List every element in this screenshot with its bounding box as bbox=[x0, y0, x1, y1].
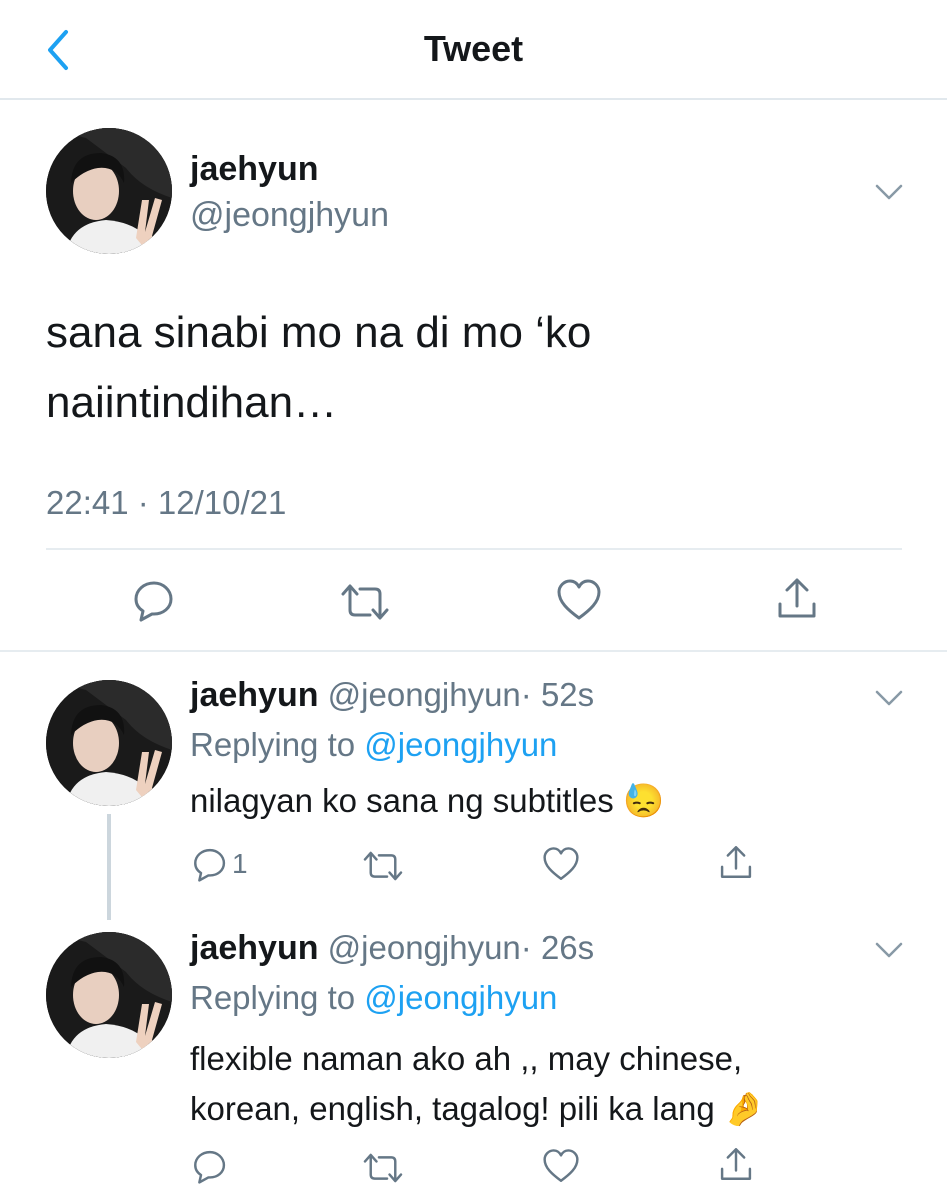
reply-text-line: nilagyan ko sana ng subtitles bbox=[190, 782, 614, 819]
display-name[interactable]: jaehyun bbox=[190, 929, 318, 967]
reply-button[interactable] bbox=[132, 578, 176, 622]
share-icon bbox=[718, 844, 754, 880]
tweet-text-line: sana sinabi mo na di mo ‘ko bbox=[46, 308, 592, 357]
share-button[interactable] bbox=[775, 576, 819, 620]
retweet-button[interactable] bbox=[362, 848, 404, 884]
chevron-down-icon[interactable] bbox=[874, 182, 904, 202]
like-icon bbox=[542, 846, 580, 882]
timestamp: 22:41 · 12/10/21 bbox=[46, 484, 287, 521]
divider bbox=[0, 650, 947, 652]
chevron-down-icon[interactable] bbox=[874, 940, 904, 960]
thread-line bbox=[107, 814, 111, 920]
reply-button[interactable]: 1 bbox=[192, 846, 248, 882]
reply-text: nilagyan ko sana ng subtitles 😓 bbox=[190, 782, 664, 821]
reply-text-line: flexible naman ako ah ,, may chinese, bbox=[190, 1040, 743, 1077]
replying-handle-link[interactable]: @jeongjhyun bbox=[364, 726, 557, 763]
display-name[interactable]: jaehyun bbox=[190, 150, 318, 189]
reply-icon bbox=[192, 1148, 228, 1184]
tweet-text: sana sinabi mo na di mo ‘ko naiintindiha… bbox=[46, 298, 591, 438]
downcast-sweat-emoji: 😓 bbox=[622, 782, 665, 819]
like-icon bbox=[556, 578, 602, 622]
avatar[interactable] bbox=[46, 932, 172, 1058]
retweet-icon bbox=[340, 580, 390, 624]
retweet-button[interactable] bbox=[340, 580, 390, 624]
like-button[interactable] bbox=[542, 846, 580, 882]
divider bbox=[46, 548, 902, 550]
reply-header: jaehyun @jeongjhyun· 26s bbox=[190, 929, 594, 968]
avatar[interactable] bbox=[46, 128, 172, 254]
retweet-icon bbox=[362, 848, 404, 884]
avatar[interactable] bbox=[46, 680, 172, 806]
reply-button[interactable] bbox=[192, 1148, 232, 1184]
pinched-fingers-emoji: 🤌 bbox=[723, 1090, 765, 1127]
like-button[interactable] bbox=[542, 1148, 580, 1184]
display-name[interactable]: jaehyun bbox=[190, 676, 318, 714]
replying-handle-link[interactable]: @jeongjhyun bbox=[364, 979, 557, 1016]
reply-time: · 52s bbox=[520, 676, 595, 713]
share-button[interactable] bbox=[718, 1146, 754, 1182]
replying-to: Replying to @jeongjhyun bbox=[190, 979, 557, 1017]
share-icon bbox=[775, 576, 819, 620]
reply-icon bbox=[192, 846, 228, 882]
handle[interactable]: @jeongjhyun bbox=[190, 196, 389, 235]
replying-label: Replying to bbox=[190, 979, 356, 1016]
reply-header: jaehyun @jeongjhyun· 52s bbox=[190, 676, 594, 715]
page-title: Tweet bbox=[423, 28, 524, 69]
like-icon bbox=[542, 1148, 580, 1184]
nav-bar: Tweet bbox=[0, 0, 947, 100]
tweet-text-line: naiintindihan… bbox=[46, 378, 338, 427]
reply-time: · 26s bbox=[520, 929, 595, 966]
reply-text-line: korean, english, tagalog! pili ka lang bbox=[190, 1090, 715, 1127]
like-button[interactable] bbox=[556, 578, 602, 622]
replying-label: Replying to bbox=[190, 726, 356, 763]
share-icon bbox=[718, 1146, 754, 1182]
handle[interactable]: @jeongjhyun bbox=[328, 676, 521, 713]
reply-text: flexible naman ako ah ,, may chinese, ko… bbox=[190, 1034, 765, 1134]
chevron-down-icon[interactable] bbox=[874, 688, 904, 708]
share-button[interactable] bbox=[718, 844, 754, 880]
reply-count: 1 bbox=[232, 848, 248, 879]
reply-icon bbox=[132, 578, 176, 622]
handle[interactable]: @jeongjhyun bbox=[328, 929, 521, 966]
retweet-button[interactable] bbox=[362, 1150, 404, 1186]
retweet-icon bbox=[362, 1150, 404, 1186]
replying-to: Replying to @jeongjhyun bbox=[190, 726, 557, 764]
